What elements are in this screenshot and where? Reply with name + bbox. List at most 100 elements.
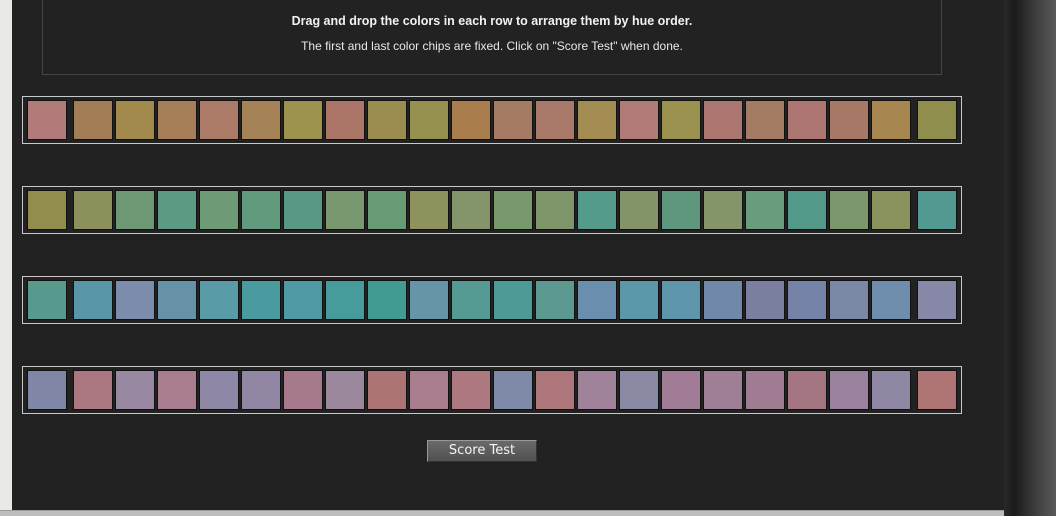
- draggable-color-chip[interactable]: [199, 280, 239, 320]
- draggable-color-chip[interactable]: [367, 100, 407, 140]
- chips-container: [27, 280, 959, 320]
- draggable-color-chip[interactable]: [283, 100, 323, 140]
- draggable-color-chip[interactable]: [115, 280, 155, 320]
- color-row-4: [22, 366, 962, 414]
- fixed-color-chip-last: [917, 280, 957, 320]
- draggable-color-chip[interactable]: [829, 190, 869, 230]
- draggable-color-chip[interactable]: [157, 370, 197, 410]
- draggable-color-chip[interactable]: [787, 280, 827, 320]
- horizontal-scrollbar[interactable]: [0, 510, 1004, 516]
- color-row-3: [22, 276, 962, 324]
- draggable-color-chip[interactable]: [157, 100, 197, 140]
- draggable-color-chip[interactable]: [157, 190, 197, 230]
- draggable-color-chip[interactable]: [661, 190, 701, 230]
- draggable-color-chip[interactable]: [829, 100, 869, 140]
- draggable-color-chip[interactable]: [577, 190, 617, 230]
- draggable-color-chip[interactable]: [157, 280, 197, 320]
- draggable-color-chip[interactable]: [745, 190, 785, 230]
- draggable-color-chip[interactable]: [493, 280, 533, 320]
- draggable-color-chip[interactable]: [745, 280, 785, 320]
- left-margin: [0, 0, 12, 510]
- draggable-color-chip[interactable]: [283, 370, 323, 410]
- draggable-color-chip[interactable]: [451, 190, 491, 230]
- draggable-color-chip[interactable]: [577, 100, 617, 140]
- draggable-color-chip[interactable]: [619, 190, 659, 230]
- draggable-color-chip[interactable]: [493, 100, 533, 140]
- draggable-color-chip[interactable]: [115, 190, 155, 230]
- draggable-color-chip[interactable]: [535, 190, 575, 230]
- instructions-subtitle: The first and last color chips are fixed…: [301, 39, 683, 53]
- fixed-color-chip-first: [27, 370, 67, 410]
- draggable-color-chip[interactable]: [451, 370, 491, 410]
- draggable-color-chip[interactable]: [787, 190, 827, 230]
- draggable-color-chip[interactable]: [325, 370, 365, 410]
- draggable-color-chip[interactable]: [871, 370, 911, 410]
- draggable-color-chip[interactable]: [325, 100, 365, 140]
- test-panel: [12, 0, 1004, 510]
- draggable-color-chip[interactable]: [661, 100, 701, 140]
- draggable-color-chip[interactable]: [283, 280, 323, 320]
- draggable-color-chip[interactable]: [325, 190, 365, 230]
- draggable-color-chip[interactable]: [199, 100, 239, 140]
- draggable-color-chip[interactable]: [829, 280, 869, 320]
- draggable-color-chip[interactable]: [745, 370, 785, 410]
- draggable-color-chip[interactable]: [451, 280, 491, 320]
- draggable-color-chip[interactable]: [535, 280, 575, 320]
- draggable-color-chip[interactable]: [787, 100, 827, 140]
- instructions-title: Drag and drop the colors in each row to …: [291, 14, 693, 28]
- draggable-color-chip[interactable]: [367, 190, 407, 230]
- draggable-color-chip[interactable]: [787, 370, 827, 410]
- score-test-button[interactable]: Score Test: [427, 440, 537, 462]
- draggable-color-chip[interactable]: [115, 100, 155, 140]
- draggable-color-chip[interactable]: [409, 370, 449, 410]
- draggable-color-chip[interactable]: [535, 100, 575, 140]
- draggable-color-chip[interactable]: [73, 190, 113, 230]
- draggable-color-chip[interactable]: [661, 370, 701, 410]
- draggable-color-chip[interactable]: [241, 370, 281, 410]
- draggable-color-chip[interactable]: [703, 100, 743, 140]
- draggable-color-chip[interactable]: [577, 370, 617, 410]
- draggable-color-chip[interactable]: [535, 370, 575, 410]
- draggable-color-chip[interactable]: [199, 370, 239, 410]
- draggable-color-chip[interactable]: [619, 280, 659, 320]
- color-row-2: [22, 186, 962, 234]
- draggable-color-chip[interactable]: [619, 100, 659, 140]
- draggable-color-chip[interactable]: [73, 100, 113, 140]
- draggable-color-chip[interactable]: [73, 370, 113, 410]
- draggable-color-chip[interactable]: [73, 280, 113, 320]
- chips-container: [27, 100, 959, 140]
- draggable-color-chip[interactable]: [241, 100, 281, 140]
- fixed-color-chip-last: [917, 190, 957, 230]
- right-edge-shadow: [1004, 0, 1056, 516]
- color-row-1: [22, 96, 962, 144]
- draggable-color-chip[interactable]: [409, 100, 449, 140]
- draggable-color-chip[interactable]: [577, 280, 617, 320]
- draggable-color-chip[interactable]: [871, 280, 911, 320]
- draggable-color-chip[interactable]: [409, 280, 449, 320]
- draggable-color-chip[interactable]: [745, 100, 785, 140]
- fixed-color-chip-first: [27, 280, 67, 320]
- draggable-color-chip[interactable]: [115, 370, 155, 410]
- draggable-color-chip[interactable]: [661, 280, 701, 320]
- draggable-color-chip[interactable]: [493, 370, 533, 410]
- draggable-color-chip[interactable]: [241, 280, 281, 320]
- fixed-color-chip-first: [27, 190, 67, 230]
- draggable-color-chip[interactable]: [829, 370, 869, 410]
- draggable-color-chip[interactable]: [871, 100, 911, 140]
- draggable-color-chip[interactable]: [871, 190, 911, 230]
- draggable-color-chip[interactable]: [703, 370, 743, 410]
- draggable-color-chip[interactable]: [367, 370, 407, 410]
- draggable-color-chip[interactable]: [367, 280, 407, 320]
- draggable-color-chip[interactable]: [493, 190, 533, 230]
- draggable-color-chip[interactable]: [325, 280, 365, 320]
- draggable-color-chip[interactable]: [199, 190, 239, 230]
- draggable-color-chip[interactable]: [703, 190, 743, 230]
- draggable-color-chip[interactable]: [619, 370, 659, 410]
- fixed-color-chip-first: [27, 100, 67, 140]
- draggable-color-chip[interactable]: [283, 190, 323, 230]
- draggable-color-chip[interactable]: [703, 280, 743, 320]
- page: Drag and drop the colors in each row to …: [0, 0, 1056, 516]
- draggable-color-chip[interactable]: [241, 190, 281, 230]
- draggable-color-chip[interactable]: [409, 190, 449, 230]
- draggable-color-chip[interactable]: [451, 100, 491, 140]
